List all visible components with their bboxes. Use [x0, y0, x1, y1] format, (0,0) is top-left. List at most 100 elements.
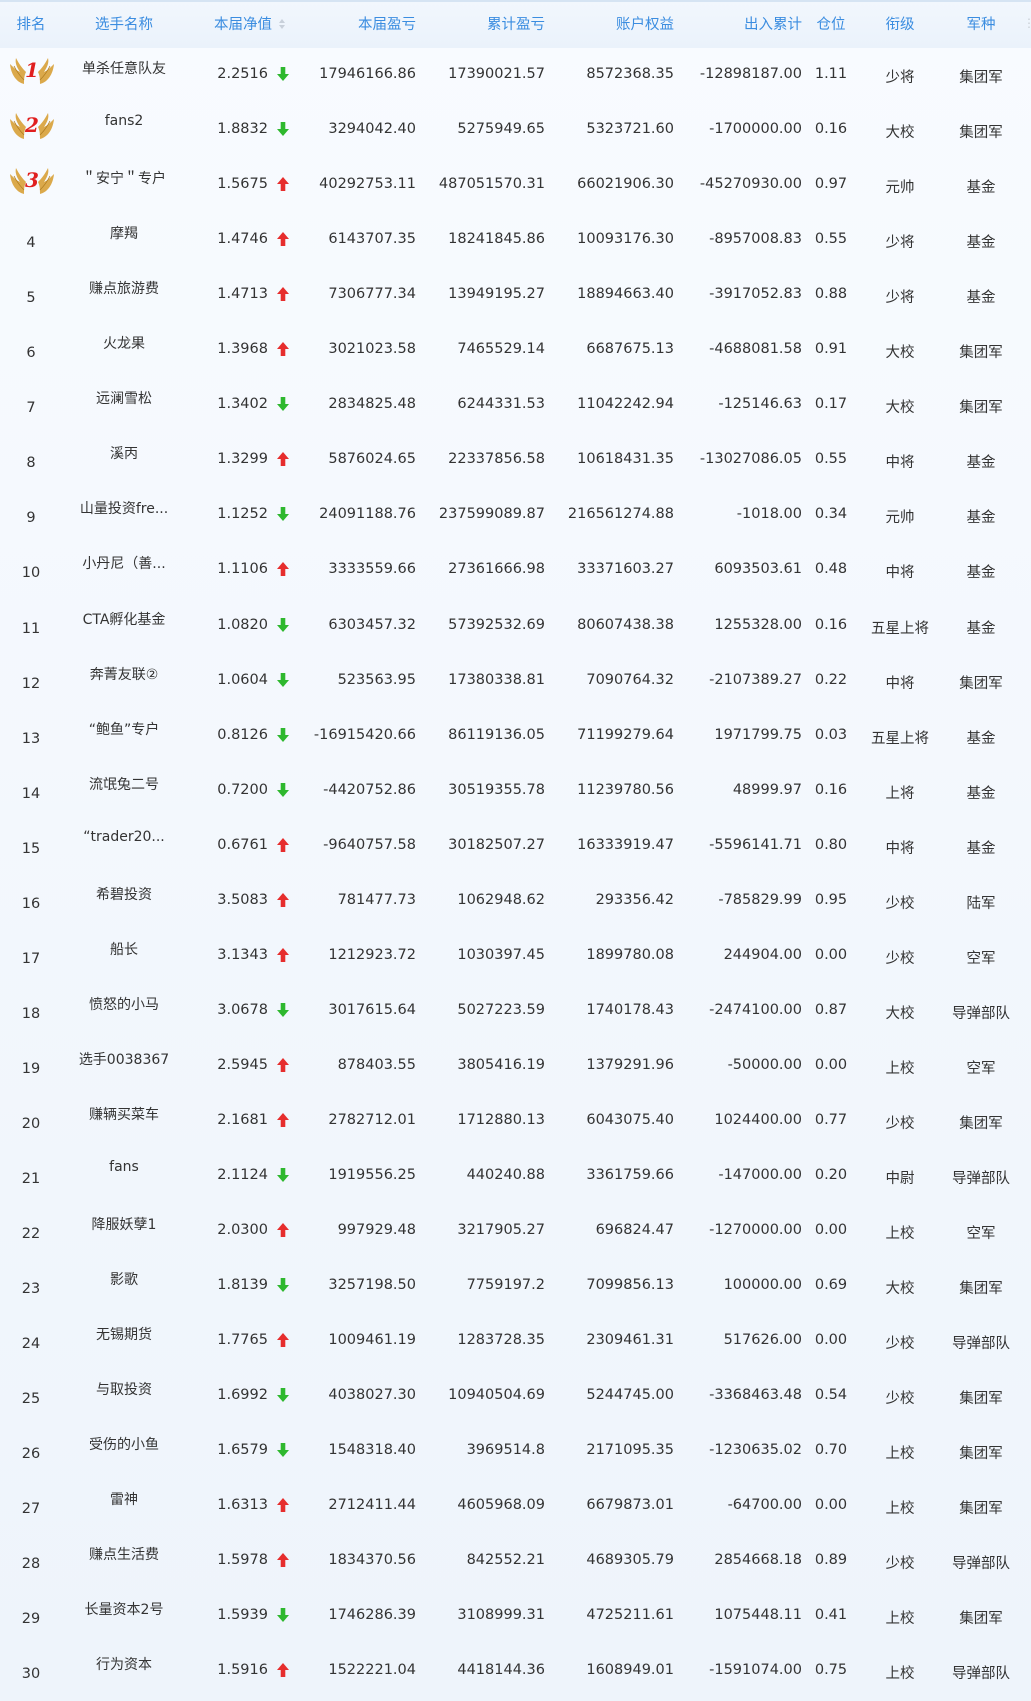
table-row[interactable]: 18 愤怒的小马 3.0678 3017615.64 5027223.59 1740178…	[0, 982, 1031, 1037]
inout-cell: 1024400.00	[714, 1111, 802, 1128]
sort-icon[interactable]	[278, 18, 286, 30]
table-row[interactable]: 8 溪丙 1.3299 5876024.65 22337856.58 10618431.3…	[0, 431, 1031, 486]
table-row[interactable]: 21 fans 2.1124 1919556.25 440240.88 3361759.6…	[0, 1147, 1031, 1202]
player-name[interactable]: “鲍鱼”专户	[62, 719, 186, 739]
rank-cell: 4	[26, 235, 36, 252]
table-row[interactable]: 2 fans2 1.8832 3294042.40 5275949.65 5323721.…	[0, 101, 1031, 156]
equity-cell: 66021906.30	[577, 176, 674, 193]
position-cell: 0.89	[814, 1552, 848, 1569]
player-name[interactable]: 赚点旅游费	[62, 278, 186, 298]
player-name[interactable]: 溪丙	[62, 443, 186, 463]
table-row[interactable]: 28 赚点生活费 1.5978 1834370.56 842552.21 4689305.…	[0, 1532, 1031, 1587]
table-row[interactable]: 17 船长 3.1343 1212923.72 1030397.45 1899780.08…	[0, 927, 1031, 982]
cumulative-profit-cell: 7465529.14	[457, 341, 545, 358]
table-row[interactable]: 10 小丹尼（善... 1.1106 3333559.66 27361666.98 333…	[0, 541, 1031, 596]
player-name[interactable]: 摩羯	[62, 223, 186, 243]
profit-cell: 17946166.86	[319, 66, 416, 82]
nav-cell: 1.3402	[217, 396, 268, 413]
header-rank[interactable]: 排名	[0, 2, 62, 48]
player-name[interactable]: ＂安宁＂专户	[62, 168, 186, 188]
arrow-up-icon	[276, 1552, 290, 1568]
title-cell: 五星上将	[871, 730, 929, 747]
table-row[interactable]: 19 选手0038367 2.5945 878403.55 3805416.19 1379…	[0, 1037, 1031, 1092]
header-cum[interactable]: 累计盈亏	[420, 2, 545, 48]
position-cell: 0.48	[814, 561, 848, 578]
player-name[interactable]: 长量资本2号	[62, 1599, 186, 1619]
player-name[interactable]: 行为资本	[62, 1654, 186, 1674]
player-name[interactable]: 赚辆买菜车	[62, 1104, 186, 1124]
player-name[interactable]: 火龙果	[62, 333, 186, 353]
player-name[interactable]: 愤怒的小马	[62, 994, 186, 1014]
player-name[interactable]: 受伤的小鱼	[62, 1434, 186, 1454]
player-name[interactable]: 无锡期货	[62, 1324, 186, 1344]
player-name[interactable]: 赚点生活费	[62, 1544, 186, 1564]
player-name[interactable]: 选手0038367	[62, 1049, 186, 1069]
table-row[interactable]: 22 降服妖孽1 2.0300 997929.48 3217905.27 696824.4…	[0, 1202, 1031, 1257]
table-row[interactable]: 27 雷神 1.6313 2712411.44 4605968.09 6679873.01…	[0, 1477, 1031, 1532]
player-name[interactable]: 山量投资fre...	[62, 498, 186, 518]
army-cell: 集团军	[959, 1501, 1003, 1518]
table-row[interactable]: 29 长量资本2号 1.5939 1746286.39 3108999.31 472521…	[0, 1587, 1031, 1642]
table-row[interactable]: 7 远澜雪松 1.3402 2834825.48 6244331.53 11042242.…	[0, 376, 1031, 431]
player-name[interactable]: 远澜雪松	[62, 388, 186, 408]
title-cell: 大校	[885, 400, 915, 417]
player-name[interactable]: 与取投资	[62, 1379, 186, 1399]
table-row[interactable]: 4 摩羯 1.4746 6143707.35 18241845.86 10093176.3…	[0, 211, 1031, 266]
player-name[interactable]: 影歌	[62, 1269, 186, 1289]
table-row[interactable]: 11 CTA孵化基金 1.0820 6303457.32 57392532.69 8060…	[0, 597, 1031, 652]
player-name[interactable]: 船长	[62, 939, 186, 959]
army-cell: 陆军	[966, 895, 996, 912]
table-row[interactable]: 5 赚点旅游费 1.4713 7306777.34 13949195.27 1889466…	[0, 266, 1031, 321]
player-name[interactable]: 降服妖孽1	[62, 1214, 186, 1234]
rank-cell: 14	[21, 785, 41, 802]
table-row[interactable]: 15 “trader20... 0.6761 -9640757.58 30182507.…	[0, 817, 1031, 872]
cumulative-profit-cell: 3217905.27	[457, 1222, 545, 1239]
arrow-down-icon	[276, 1002, 290, 1018]
header-army[interactable]: 军种	[942, 2, 1020, 48]
medal-icon: 3	[8, 164, 56, 200]
player-name[interactable]: 小丹尼（善...	[62, 553, 186, 573]
title-cell: 少将	[885, 70, 915, 86]
inout-cell: 1075448.11	[714, 1607, 802, 1624]
table-row[interactable]: 12 奔菁友联② 1.0604 523563.95 17380338.81 7090764…	[0, 652, 1031, 707]
table-row[interactable]: 3 ＂安宁＂专户 1.5675 40292753.11 487051570.31 6602…	[0, 156, 1031, 211]
nav-cell: 1.4713	[217, 286, 268, 303]
table-row[interactable]: 9 山量投资fre... 1.1252 24091188.76 237599089.87…	[0, 486, 1031, 541]
player-name[interactable]: 雷神	[62, 1489, 186, 1509]
player-name[interactable]: “trader20...	[62, 829, 186, 845]
header-nav[interactable]: 本届净值	[200, 2, 300, 48]
equity-cell: 7099856.13	[586, 1277, 674, 1294]
profit-cell: 6303457.32	[328, 616, 416, 633]
player-name[interactable]: CTA孵化基金	[62, 609, 186, 629]
inout-cell: -147000.00	[718, 1167, 802, 1183]
table-row[interactable]: 23 影歌 1.8139 3257198.50 7759197.2 7099856.13 1…	[0, 1257, 1031, 1312]
table-row[interactable]: 13 “鲍鱼”专户 0.8126 -16915420.66 86119136.05 711…	[0, 707, 1031, 762]
player-name[interactable]: 奔菁友联②	[62, 664, 186, 684]
table-row[interactable]: 14 流氓兔二号 0.7200 -4420752.86 30519355.78 11239…	[0, 762, 1031, 817]
header-flow[interactable]: 出入累计	[674, 2, 802, 48]
header-name[interactable]: 选手名称	[62, 2, 186, 48]
profit-cell: 3021023.58	[328, 341, 416, 358]
player-name[interactable]: fans2	[62, 113, 186, 129]
header-rankname[interactable]: 衔级	[858, 2, 942, 48]
title-cell: 上校	[885, 1060, 915, 1077]
header-profit[interactable]: 本届盈亏	[290, 2, 416, 48]
player-name[interactable]: fans	[62, 1159, 186, 1175]
table-row[interactable]: 26 受伤的小鱼 1.6579 1548318.40 3969514.8 2171095.…	[0, 1422, 1031, 1477]
profit-cell: 3333559.66	[328, 561, 416, 578]
cumulative-profit-cell: 6244331.53	[457, 396, 545, 413]
rank-cell: 28	[21, 1556, 41, 1573]
table-row[interactable]: 1 单杀任意队友 2.2516 17946166.86 17390021.57 85723…	[0, 46, 1031, 101]
position-cell: 1.11	[814, 66, 848, 82]
table-row[interactable]: 30 行为资本 1.5916 1522221.04 4418144.36 1608949.…	[0, 1642, 1031, 1697]
header-equity[interactable]: 账户权益	[545, 2, 674, 48]
table-row[interactable]: 16 希碧投资 3.5083 781477.73 1062948.62 293356.42…	[0, 872, 1031, 927]
player-name[interactable]: 流氓兔二号	[62, 774, 186, 794]
player-name[interactable]: 单杀任意队友	[62, 58, 186, 78]
table-row[interactable]: 24 无锡期货 1.7765 1009461.19 1283728.35 2309461.…	[0, 1312, 1031, 1367]
player-name[interactable]: 希碧投资	[62, 884, 186, 904]
header-pos[interactable]: 仓位	[808, 2, 854, 48]
table-row[interactable]: 25 与取投资 1.6992 4038027.30 10940504.69 5244745…	[0, 1367, 1031, 1422]
table-row[interactable]: 6 火龙果 1.3968 3021023.58 7465529.14 6687675.13…	[0, 321, 1031, 376]
table-row[interactable]: 20 赚辆买菜车 2.1681 2782712.01 1712880.13 6043075…	[0, 1092, 1031, 1147]
